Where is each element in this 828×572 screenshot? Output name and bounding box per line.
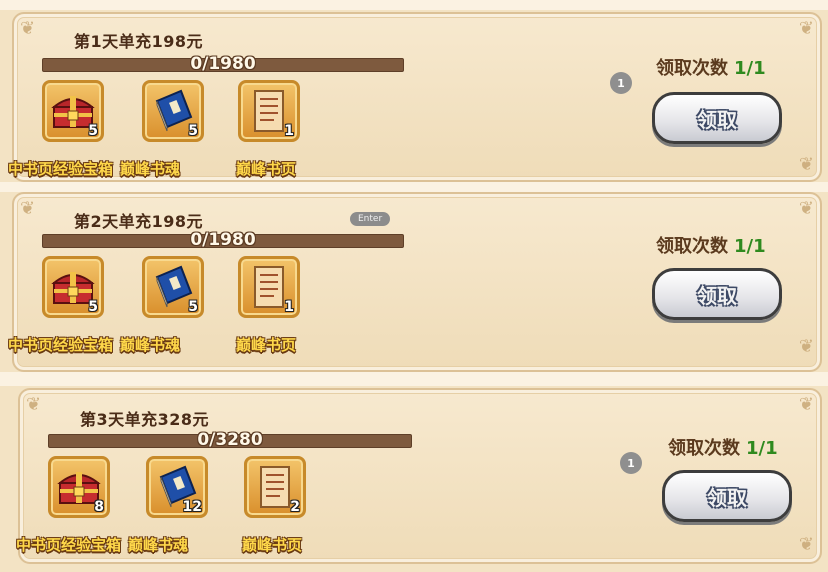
claim-button-label: 领取 [697,107,737,132]
claim-count: 领取次数 1/1 [668,434,778,460]
claim-button-label: 领取 [697,283,737,308]
corner-ornament-icon: ❦ [798,198,814,219]
progress-text: 0/1980 [190,230,256,250]
corner-ornament-icon: ❦ [798,394,814,415]
reward-item-slot[interactable]: 5 [42,80,104,142]
item-name: 中书页经验宝箱 [8,160,114,178]
reward-item-slot[interactable]: 5 [142,256,204,318]
progress-bar: 0/3280 [48,430,412,450]
item-name: 巅峰书页 [242,536,303,554]
seam-2 [0,372,828,386]
reward-title: 第2天单充198元 [74,212,204,231]
claim-count-label: 领取次数 [668,438,740,459]
reward-item-slot[interactable]: 12 [146,456,208,518]
claim-count-label: 领取次数 [656,236,728,257]
corner-ornament-icon: ❦ [798,154,814,175]
claim-count-value: 1/1 [734,236,766,257]
claim-count-value: 1/1 [734,58,766,79]
corner-ornament-icon: ❦ [20,18,36,39]
item-name: 中书页经验宝箱 [8,336,114,354]
progress-text: 0/3280 [197,430,263,450]
item-quantity: 5 [188,123,198,139]
reward-panel-day-2: ❦ ❦ ❦ 第2天单充198元 Enter 0/1980 5 5 1 中书页经验… [8,192,822,372]
item-name: 巅峰书页 [236,160,297,178]
item-quantity: 5 [88,123,98,139]
claim-button[interactable]: 领取 [662,470,792,522]
top-seam [0,0,828,10]
reward-item-slot[interactable]: 8 [48,456,110,518]
corner-ornament-icon: ❦ [20,198,36,219]
claim-button-label: 领取 [707,485,747,510]
item-quantity: 8 [94,499,104,515]
item-name: 巅峰书魂 [120,160,181,178]
item-quantity: 1 [284,123,294,139]
claim-button[interactable]: 领取 [652,268,782,320]
reward-item-slot[interactable]: 2 [244,456,306,518]
item-quantity: 12 [182,499,202,515]
notification-badge: 1 [610,72,632,94]
item-quantity: 1 [284,299,294,315]
reward-title: 第1天单充198元 [74,32,204,51]
item-quantity: 2 [290,499,300,515]
claim-count-value: 1/1 [746,438,778,459]
item-quantity: 5 [88,299,98,315]
enter-tooltip: Enter [350,212,391,226]
claim-button[interactable]: 领取 [652,92,782,144]
reward-panel-day-3: ❦ ❦ ❦ 第3天单充328元 0/3280 8 12 2 中书页经验宝箱 巅峰… [16,388,822,564]
progress-bar: 0/1980 [42,54,404,74]
item-name: 巅峰书魂 [120,336,181,354]
seam-1 [0,182,828,192]
reward-item-slot[interactable]: 1 [238,80,300,142]
item-name: 巅峰书魂 [128,536,189,554]
corner-ornament-icon: ❦ [798,18,814,39]
progress-text: 0/1980 [190,54,256,74]
item-name: 巅峰书页 [236,336,297,354]
progress-bar: 0/1980 [42,230,404,250]
reward-item-slot[interactable]: 1 [238,256,300,318]
claim-count: 领取次数 1/1 [656,54,766,80]
item-quantity: 5 [188,299,198,315]
corner-ornament-icon: ❦ [26,394,42,415]
corner-ornament-icon: ❦ [798,336,814,357]
reward-title: 第3天单充328元 [80,410,210,429]
reward-item-slot[interactable]: 5 [42,256,104,318]
reward-panel-day-1: ❦ ❦ ❦ 第1天单充198元 0/1980 5 5 1 中书页经验宝箱 巅峰书… [8,12,822,182]
claim-count: 领取次数 1/1 [656,232,766,258]
corner-ornament-icon: ❦ [798,534,814,555]
notification-badge: 1 [620,452,642,474]
item-name: 中书页经验宝箱 [16,536,122,554]
reward-item-slot[interactable]: 5 [142,80,204,142]
claim-count-label: 领取次数 [656,58,728,79]
